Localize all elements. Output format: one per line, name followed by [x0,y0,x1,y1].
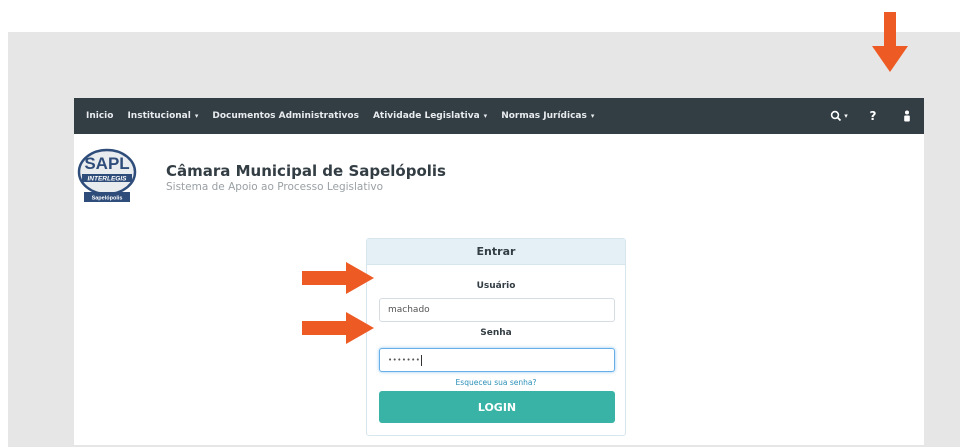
chevron-down-icon: ▾ [194,112,199,120]
logo-text: SAPL [84,154,129,173]
annotation-arrow-down [872,12,908,72]
user-button[interactable] [890,110,924,122]
login-panel: Entrar Usuário machado Senha ••••••• Esq… [366,238,626,436]
nav-item-label: Documentos Administrativos [212,111,359,121]
chevron-down-icon: ▾ [590,112,595,120]
logo-band-text: INTERLEGIS [87,176,127,183]
nav-item-inicio[interactable]: Inicio [74,111,120,121]
login-panel-header: Entrar [367,239,625,265]
annotation-arrow-password [302,312,374,344]
nav-item-institucional[interactable]: Institucional ▾ [120,111,205,121]
browser-page: Inicio Institucional ▾ Documentos Admini… [74,98,924,445]
site-header: SAPL INTERLEGIS Sapelópolis Câmara Munic… [76,146,446,208]
username-label: Usuário [476,281,516,291]
annotation-arrow-username [302,262,374,294]
username-field[interactable]: machado [379,298,615,322]
text-cursor [421,354,423,366]
chevron-down-icon: ▾ [844,112,848,120]
user-icon [904,110,910,122]
password-field[interactable]: ••••••• [379,348,615,372]
password-label: Senha [480,328,512,338]
nav-item-label: Institucional [127,111,191,121]
nav-item-label: Atividade Legislativa [372,111,480,121]
nav-item-atividade-legislativa[interactable]: Atividade Legislativa ▾ [366,111,494,121]
help-button[interactable]: ? [856,109,890,123]
forgot-password-link[interactable]: Esqueceu sua senha? [367,378,625,387]
brand-text: Câmara Municipal de Sapelópolis Sistema … [166,162,446,208]
logo-city-text: Sapelópolis [92,196,123,202]
nav-item-label: Inicio [86,111,114,121]
page-subtitle: Sistema de Apoio ao Processo Legislativo [166,181,384,193]
search-icon [831,110,842,122]
chevron-down-icon: ▾ [483,112,488,120]
nav-item-label: Normas Jurídicas [501,111,587,121]
login-button[interactable]: LOGIN [379,391,615,423]
nav-item-documentos-administrativos[interactable]: Documentos Administrativos [205,111,366,121]
page-title: Câmara Municipal de Sapelópolis [166,162,446,180]
sapl-logo: SAPL INTERLEGIS Sapelópolis [76,146,138,208]
navbar-right-tools: ▾ ? [822,98,924,134]
search-dropdown-button[interactable]: ▾ [822,110,856,122]
nav-item-normas-juridicas[interactable]: Normas Jurídicas ▾ [494,111,601,121]
password-value: ••••••• [388,356,421,364]
screenshot-frame: Inicio Institucional ▾ Documentos Admini… [8,32,960,447]
top-navbar: Inicio Institucional ▾ Documentos Admini… [74,98,924,134]
